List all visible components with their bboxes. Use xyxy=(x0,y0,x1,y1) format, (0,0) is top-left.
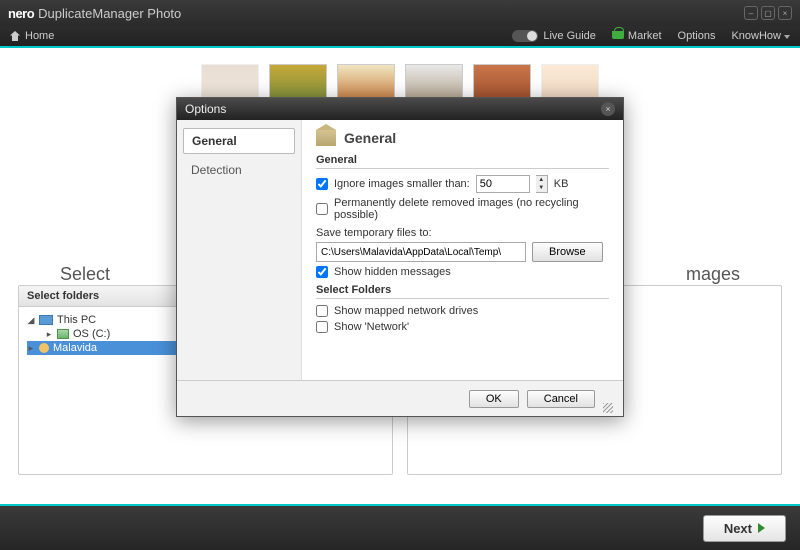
resize-grip[interactable] xyxy=(603,403,613,413)
size-spinner[interactable]: ▲▼ xyxy=(536,175,548,193)
app-name: DuplicateManager Photo xyxy=(38,6,181,21)
ignore-unit: KB xyxy=(554,178,569,190)
options-dialog: Options × General Detection General Gene… xyxy=(176,97,624,417)
dialog-footer: OK Cancel xyxy=(177,380,623,416)
brand-logo: nero xyxy=(8,6,34,21)
browse-button[interactable]: Browse xyxy=(532,242,603,262)
home-icon xyxy=(10,31,20,41)
pc-icon xyxy=(39,315,53,325)
expand-icon[interactable]: ▸ xyxy=(27,344,35,352)
arrow-right-icon xyxy=(758,523,765,533)
showhidden-label: Show hidden messages xyxy=(334,266,451,278)
dialog-titlebar[interactable]: Options × xyxy=(177,98,623,120)
user-icon xyxy=(39,343,49,353)
ok-button[interactable]: OK xyxy=(469,390,519,408)
network-checkbox[interactable] xyxy=(316,321,328,333)
tmp-label: Save temporary files to: xyxy=(316,227,432,239)
next-button[interactable]: Next xyxy=(703,515,786,542)
expand-icon[interactable]: ▸ xyxy=(45,330,53,338)
market-link[interactable]: Market xyxy=(612,30,662,42)
drive-icon xyxy=(57,329,69,339)
titlebar: nero DuplicateManager Photo – ▢ × xyxy=(0,0,800,26)
dialog-close-button[interactable]: × xyxy=(601,102,615,116)
content-heading: General xyxy=(316,130,609,146)
thumbnail-strip xyxy=(0,50,800,104)
ignore-label: Ignore images smaller than: xyxy=(334,178,470,190)
mapped-label: Show mapped network drives xyxy=(334,305,478,317)
liveguide-label: Live Guide xyxy=(543,30,596,42)
dialog-sidebar: General Detection xyxy=(177,120,301,380)
permdelete-label: Permanently delete removed images (no re… xyxy=(334,197,609,221)
knowhow-link[interactable]: KnowHow xyxy=(731,30,790,42)
group-folders: Select Folders xyxy=(316,284,609,299)
dialog-title: Options xyxy=(185,102,226,116)
liveguide-toggle[interactable] xyxy=(512,30,538,42)
general-icon xyxy=(316,130,336,146)
network-label: Show 'Network' xyxy=(334,321,409,333)
maximize-button[interactable]: ▢ xyxy=(761,6,775,20)
tab-general[interactable]: General xyxy=(183,128,295,154)
minimize-button[interactable]: – xyxy=(744,6,758,20)
home-link[interactable]: Home xyxy=(25,30,54,42)
showhidden-checkbox[interactable] xyxy=(316,266,328,278)
cart-icon xyxy=(612,31,624,39)
heading-left: Select xyxy=(60,264,110,285)
close-button[interactable]: × xyxy=(778,6,792,20)
footer: Next xyxy=(0,504,800,550)
cancel-button[interactable]: Cancel xyxy=(527,390,595,408)
options-link[interactable]: Options xyxy=(678,30,716,42)
collapse-icon[interactable]: ◢ xyxy=(27,316,35,324)
chevron-down-icon xyxy=(784,35,790,39)
heading-right: mages xyxy=(686,264,740,285)
group-general: General xyxy=(316,154,609,169)
tab-detection[interactable]: Detection xyxy=(183,158,295,182)
tmp-path-input[interactable] xyxy=(316,242,526,262)
mapped-checkbox[interactable] xyxy=(316,305,328,317)
menubar: Home Live Guide Market Options KnowHow xyxy=(0,26,800,48)
permdelete-checkbox[interactable] xyxy=(316,203,328,215)
ignore-size-input[interactable] xyxy=(476,175,530,193)
dialog-content: General General Ignore images smaller th… xyxy=(301,120,623,380)
ignore-checkbox[interactable] xyxy=(316,178,328,190)
